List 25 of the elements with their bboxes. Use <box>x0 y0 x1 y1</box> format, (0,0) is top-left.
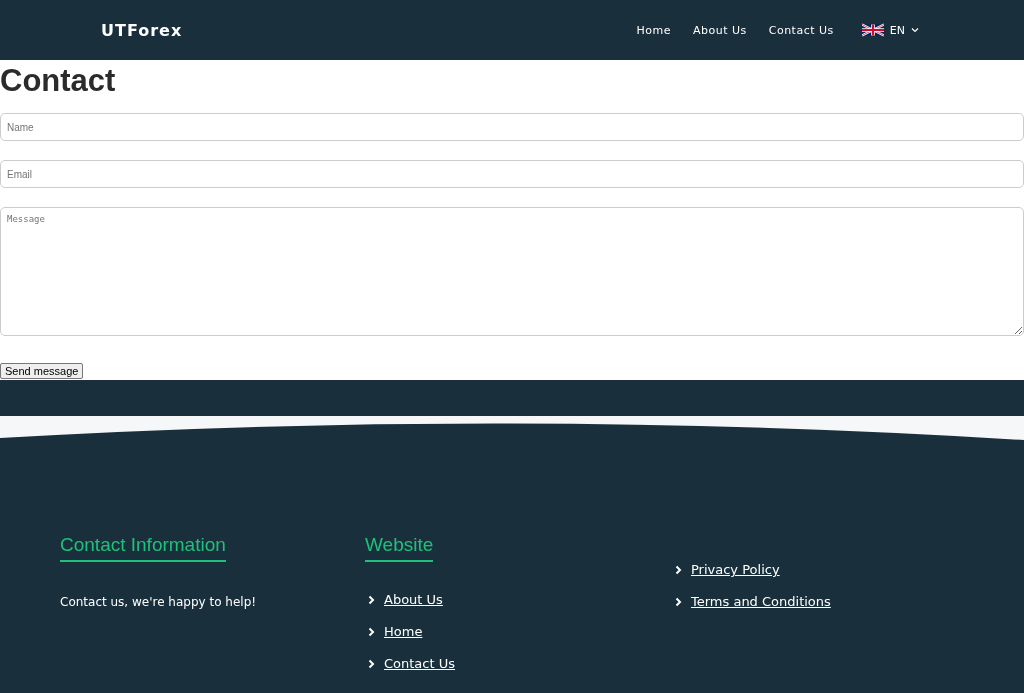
chevron-icon <box>675 564 682 575</box>
nav-link[interactable]: About Us <box>692 23 747 37</box>
footer-link[interactable]: Contact Us <box>384 656 455 671</box>
caret-icon <box>911 27 919 33</box>
footer-heading: Website <box>365 534 434 562</box>
nav-link[interactable]: Home <box>636 23 671 37</box>
chevron-icon <box>368 594 375 605</box>
footer-heading: Contact Information <box>60 534 226 562</box>
footer-text: Contact us, we're happy to help! <box>60 595 257 609</box>
chevron-icon <box>368 626 375 637</box>
footer-link[interactable]: Terms and Conditions <box>691 594 831 609</box>
site-logo[interactable]: UTForex <box>101 20 183 40</box>
flag-icon <box>861 22 884 38</box>
text-field[interactable]: Email <box>0 160 1024 188</box>
footer-link[interactable]: Home <box>384 624 423 639</box>
message-field[interactable]: Message <box>0 207 1024 336</box>
chevron-icon <box>368 658 375 669</box>
send-button[interactable]: Send message <box>0 363 84 379</box>
nav-link[interactable]: Contact Us <box>768 23 834 37</box>
language-selector[interactable]: EN <box>861 22 919 38</box>
footer-link[interactable]: About Us <box>384 592 443 607</box>
page-title: Contact <box>0 62 117 100</box>
text-field[interactable]: Name <box>0 113 1024 141</box>
chevron-icon <box>675 596 682 607</box>
footer-link[interactable]: Privacy Policy <box>691 562 780 577</box>
